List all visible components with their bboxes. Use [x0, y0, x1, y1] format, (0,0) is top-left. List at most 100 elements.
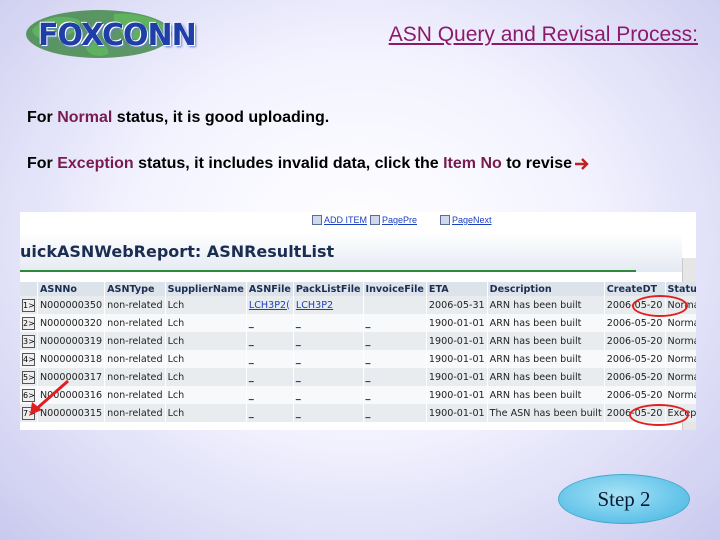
- item-no-button[interactable]: 1>: [22, 298, 35, 312]
- column-header[interactable]: Description: [487, 282, 605, 296]
- column-header[interactable]: ASNNo: [37, 282, 106, 296]
- supplier-cell: Lch: [165, 314, 247, 332]
- item-no-keyword: Item No: [443, 155, 502, 172]
- normal-status-note: For Normal status, it is good uploading.: [27, 109, 329, 127]
- description-cell: ARN has been built: [487, 332, 605, 350]
- invoice-file-link[interactable]: _: [366, 408, 371, 419]
- status-cell: Normal: [665, 350, 696, 368]
- table-header-row: ASNNo ASNType SupplierName ASNFile PackL…: [20, 282, 696, 296]
- column-header[interactable]: ASNType: [104, 282, 166, 296]
- description-cell: ARN has been built: [487, 368, 605, 386]
- pack-list-file-link[interactable]: LCH3P2: [296, 300, 333, 311]
- pack-list-file-link[interactable]: _: [296, 372, 301, 383]
- eta-cell: 1900-01-01: [426, 350, 488, 368]
- description-cell: ARN has been built: [487, 386, 605, 404]
- description-cell: ARN has been built: [487, 314, 605, 332]
- exception-keyword: Exception: [57, 155, 134, 172]
- normal-keyword: Normal: [57, 109, 113, 126]
- pack-list-file-link[interactable]: _: [296, 318, 301, 329]
- status-cell: Normal: [665, 314, 696, 332]
- asn-file-link[interactable]: _: [249, 318, 254, 329]
- add-item-button[interactable]: ADD ITEM: [312, 214, 367, 226]
- page-next-icon: [440, 215, 450, 225]
- column-header[interactable]: CreateDT: [604, 282, 666, 296]
- description-cell: The ASN has been built: [487, 404, 605, 422]
- asn-type-cell: non-related: [104, 296, 166, 314]
- report-title: uickASNWebReport: ASNResultList: [20, 242, 335, 261]
- eta-cell: 1900-01-01: [426, 404, 488, 422]
- text-fragment: For: [27, 109, 58, 126]
- table-row: 3> N000000319 non-related Lch _ _ _ 1900…: [20, 332, 696, 350]
- status-cell: Normal: [665, 368, 696, 386]
- add-item-icon: [312, 215, 322, 225]
- column-header[interactable]: ETA: [426, 282, 488, 296]
- pack-list-file-link[interactable]: _: [296, 354, 301, 365]
- column-header: [20, 282, 38, 296]
- supplier-cell: Lch: [165, 332, 247, 350]
- create-date-cell: 2006-05-20: [604, 332, 666, 350]
- column-header[interactable]: PackListFile: [293, 282, 364, 296]
- eta-cell: 1900-01-01: [426, 314, 488, 332]
- page-prev-label: PagePre: [382, 215, 418, 225]
- item-no-button[interactable]: 3>: [22, 334, 35, 348]
- page-prev-icon: [370, 215, 380, 225]
- supplier-cell: Lch: [165, 404, 247, 422]
- table-row: 1> N000000350 non-related Lch LCH3P2( LC…: [20, 296, 696, 314]
- column-header[interactable]: SupplierName: [165, 282, 247, 296]
- table-row: 7> N000000315 non-related Lch _ _ _ 1900…: [20, 404, 696, 422]
- text-fragment: status, it is good uploading.: [112, 109, 330, 126]
- invoice-file-link[interactable]: _: [366, 318, 371, 329]
- item-no-button[interactable]: 2>: [22, 316, 35, 330]
- table-row: 5> N000000317 non-related Lch _ _ _ 1900…: [20, 368, 696, 386]
- slide-title: ASN Query and Revisal Process:: [388, 23, 698, 46]
- eta-cell: 1900-01-01: [426, 332, 488, 350]
- create-date-cell: 2006-05-20: [604, 350, 666, 368]
- asn-file-link[interactable]: _: [249, 336, 254, 347]
- asn-no-cell: N000000320: [37, 314, 106, 332]
- report-divider: [20, 270, 636, 272]
- invoice-file-link[interactable]: _: [366, 372, 371, 383]
- asn-type-cell: non-related: [104, 404, 166, 422]
- eta-cell: 1900-01-01: [426, 386, 488, 404]
- report-toolbar: ADD ITEM PagePre PageNext: [20, 212, 696, 228]
- invoice-file-link[interactable]: _: [366, 336, 371, 347]
- pack-list-file-link[interactable]: _: [296, 390, 301, 401]
- logo-text: FOXCONN: [38, 18, 197, 53]
- create-date-cell: 2006-05-20: [604, 368, 666, 386]
- item-no-button[interactable]: 4>: [22, 352, 35, 366]
- status-cell: Normal: [665, 332, 696, 350]
- asn-type-cell: non-related: [104, 332, 166, 350]
- column-header[interactable]: Status: [665, 282, 696, 296]
- asn-type-cell: non-related: [104, 368, 166, 386]
- asn-no-cell: N000000350: [37, 296, 106, 314]
- pack-list-file-link[interactable]: _: [296, 408, 301, 419]
- column-header[interactable]: InvoiceFile: [363, 282, 427, 296]
- normal-status-highlight: [632, 295, 688, 317]
- asn-file-link[interactable]: _: [249, 390, 254, 401]
- asn-file-link[interactable]: _: [249, 372, 254, 383]
- status-cell: Normal: [665, 386, 696, 404]
- invoice-file-link[interactable]: _: [366, 390, 371, 401]
- invoice-file-link[interactable]: _: [366, 354, 371, 365]
- supplier-cell: Lch: [165, 386, 247, 404]
- asn-type-cell: non-related: [104, 350, 166, 368]
- table-row: 2> N000000320 non-related Lch _ _ _ 1900…: [20, 314, 696, 332]
- page-next-button[interactable]: PageNext: [440, 214, 492, 226]
- foxconn-logo: FOXCONN: [24, 8, 197, 60]
- red-pointer-arrow-icon: [30, 379, 69, 415]
- asn-file-link[interactable]: _: [249, 408, 254, 419]
- text-fragment: For: [27, 155, 58, 172]
- report-header: uickASNWebReport: ASNResultList: [20, 232, 682, 272]
- column-header[interactable]: ASNFile: [246, 282, 294, 296]
- supplier-cell: Lch: [165, 296, 247, 314]
- description-cell: ARN has been built: [487, 350, 605, 368]
- asn-file-link[interactable]: _: [249, 354, 254, 365]
- description-cell: ARN has been built: [487, 296, 605, 314]
- page-next-label: PageNext: [452, 215, 492, 225]
- text-fragment: status, it includes invalid data, click …: [133, 155, 444, 172]
- page-prev-button[interactable]: PagePre: [370, 214, 417, 226]
- exception-status-highlight: [629, 404, 689, 426]
- arrow-right-icon: [575, 157, 589, 170]
- asn-file-link[interactable]: LCH3P2(: [249, 300, 290, 311]
- pack-list-file-link[interactable]: _: [296, 336, 301, 347]
